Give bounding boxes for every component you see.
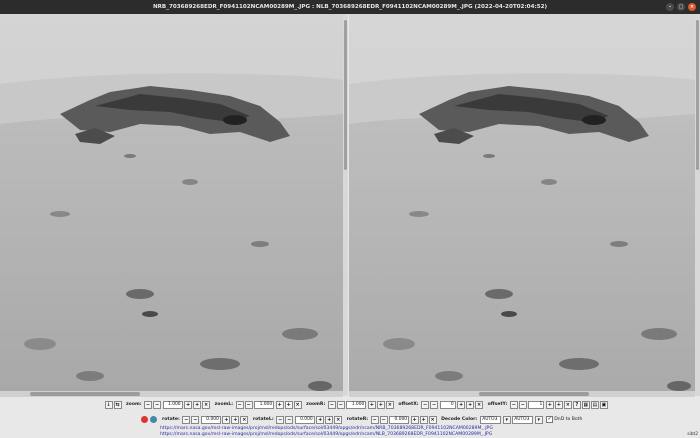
rotateR-label: rotateR: — [346, 417, 369, 422]
zoom-dec-button[interactable]: − — [153, 400, 162, 409]
offsetX-label: offsetX: — [398, 402, 419, 407]
zoomL-dec-button[interactable]: − — [244, 400, 253, 409]
zoomR-minus-button[interactable]: − — [327, 400, 336, 409]
rotateL-label: rotateL: — [252, 417, 274, 422]
offsetY-input[interactable]: 1 — [528, 400, 545, 409]
offsetX-reset-button[interactable]: × — [475, 400, 484, 409]
offsetX-inc-button[interactable]: + — [457, 400, 466, 409]
rotate-input[interactable]: 0.000 — [200, 415, 221, 424]
help-icon[interactable]: ? — [572, 400, 581, 409]
zoomR-inc-button[interactable]: + — [367, 400, 376, 409]
chevron-down-icon[interactable]: ▾ — [534, 415, 543, 424]
left-mars-image — [0, 14, 343, 396]
zoom-plus-button[interactable]: + — [193, 400, 202, 409]
right-vertical-scrollbar[interactable] — [695, 14, 700, 396]
zoomR-reset-button[interactable]: × — [385, 400, 394, 409]
zoomR-dec-button[interactable]: − — [336, 400, 345, 409]
rotate-plus-button[interactable]: + — [231, 415, 240, 424]
rotateL-minus-button[interactable]: − — [276, 415, 285, 424]
rotateR-inc-button[interactable]: + — [410, 415, 419, 424]
rotate-dec-button[interactable]: − — [191, 415, 200, 424]
toolbar-row-1: ↓ ⇆ zoom: − − 1.000 + + × zoomL: − − 1.0… — [0, 399, 700, 410]
rotateR-minus-button[interactable]: − — [370, 415, 379, 424]
zoomL-label: zoomL: — [214, 402, 234, 407]
zoomL-minus-button[interactable]: − — [235, 400, 244, 409]
palette-icon[interactable] — [150, 416, 157, 423]
offsetX-dec-button[interactable]: − — [430, 400, 439, 409]
offsetX-plus-button[interactable]: + — [466, 400, 475, 409]
zoomR-label: zoomR: — [306, 402, 326, 407]
window-titlebar[interactable]: NRB_703689268EDR_F0941102NCAM00289M_.JPG… — [0, 0, 700, 14]
offsetX-input[interactable]: 0 — [439, 400, 456, 409]
zoomL-reset-button[interactable]: × — [293, 400, 302, 409]
offsetY-plus-button[interactable]: + — [554, 400, 563, 409]
rotate-reset-button[interactable]: × — [240, 415, 249, 424]
layout-icon[interactable]: ▤ — [590, 400, 599, 409]
decode-color-label: Decode Color: — [441, 417, 478, 422]
zoomR-plus-button[interactable]: + — [376, 400, 385, 409]
zoomR-input[interactable]: 1.000 — [346, 400, 367, 409]
offsetY-dec-button[interactable]: − — [518, 400, 527, 409]
right-image-link[interactable]: https://mars.nasa.gov/msl-raw-images/pro… — [160, 432, 493, 438]
offsetY-label: offsetY: — [487, 402, 508, 407]
minimize-button[interactable]: – — [666, 3, 674, 11]
offsetX-minus-button[interactable]: − — [421, 400, 430, 409]
rotateR-input[interactable]: 0.000 — [389, 415, 410, 424]
rotate-label: rotate: — [162, 417, 180, 422]
zoomL-input[interactable]: 1.000 — [254, 400, 275, 409]
right-horizontal-scrollbar[interactable] — [349, 391, 695, 397]
window-title: NRB_703689268EDR_F0941102NCAM00289M_.JPG… — [152, 4, 548, 10]
rotateL-input[interactable]: 0.000 — [294, 415, 315, 424]
right-image-pane[interactable] — [349, 14, 695, 396]
left-horizontal-scrollbar[interactable] — [0, 391, 343, 397]
zoomL-inc-button[interactable]: + — [275, 400, 284, 409]
rotate-minus-button[interactable]: − — [182, 415, 191, 424]
corner-text: sibt2 — [687, 432, 698, 437]
maximize-button[interactable]: □ — [677, 3, 685, 11]
zoom-reset-button[interactable]: × — [202, 400, 211, 409]
offsetY-reset-button[interactable]: × — [563, 400, 572, 409]
rotateR-dec-button[interactable]: − — [379, 415, 388, 424]
rotateR-plus-button[interactable]: + — [419, 415, 428, 424]
right-mars-image — [349, 14, 695, 396]
rotateR-reset-button[interactable]: × — [428, 415, 437, 424]
download-icon[interactable]: ↓ — [104, 400, 113, 409]
record-icon[interactable] — [141, 416, 148, 423]
dnd-label: DnD to Both — [554, 417, 583, 422]
close-button[interactable]: × — [688, 3, 696, 11]
rotateL-plus-button[interactable]: + — [325, 415, 334, 424]
chevron-down-icon[interactable]: ▾ — [502, 415, 511, 424]
fit-icon[interactable]: ▣ — [599, 400, 608, 409]
image-urls: https://mars.nasa.gov/msl-raw-images/pro… — [160, 426, 493, 438]
decode-color-right-select[interactable]: AUTO3 — [512, 415, 534, 424]
decode-color-left-select[interactable]: AUTO3 — [480, 415, 502, 424]
swap-icon[interactable]: ⇆ — [113, 400, 122, 409]
zoomL-plus-button[interactable]: + — [284, 400, 293, 409]
zoom-input[interactable]: 1.000 — [162, 400, 183, 409]
dnd-checkbox[interactable]: ✓ — [546, 416, 554, 423]
zoom-inc-button[interactable]: + — [184, 400, 193, 409]
offsetY-minus-button[interactable]: − — [509, 400, 518, 409]
left-vertical-scrollbar[interactable] — [343, 14, 348, 396]
zoom-minus-button[interactable]: − — [144, 400, 153, 409]
rotateL-dec-button[interactable]: − — [285, 415, 294, 424]
zoom-label: zoom: — [126, 402, 142, 407]
rotate-inc-button[interactable]: + — [222, 415, 231, 424]
offsetY-inc-button[interactable]: + — [545, 400, 554, 409]
toolbar-row-2: rotate: − − 0.000 + + × rotateL: − − 0.0… — [0, 414, 700, 425]
grid-icon[interactable]: ▦ — [581, 400, 590, 409]
rotateL-inc-button[interactable]: + — [316, 415, 325, 424]
left-image-pane[interactable] — [0, 14, 343, 396]
rotateL-reset-button[interactable]: × — [334, 415, 343, 424]
